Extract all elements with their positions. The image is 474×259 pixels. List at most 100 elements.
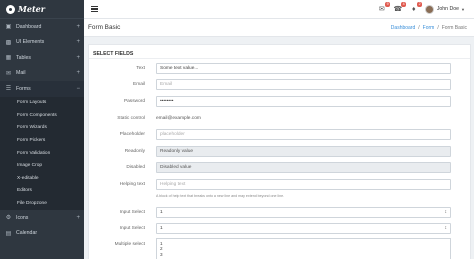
calendar-icon: ▤ — [5, 230, 12, 237]
breadcrumb-separator: / — [437, 24, 439, 31]
field-label: Password — [123, 99, 145, 104]
breadcrumb-current: Form Basic — [441, 24, 467, 31]
field-label: Readonly — [124, 149, 145, 154]
sidebar-item-dashboard[interactable]: ▣ Dashboard + — [0, 19, 84, 35]
form-row-placeholder: Placeholder placeholder — [89, 129, 472, 140]
sidebar-item-label: Tables — [16, 54, 31, 61]
menu-toggle-icon[interactable] — [91, 5, 98, 13]
breadcrumb: Dashboard / Form / Form Basic — [391, 25, 467, 31]
table-icon: ▦ — [5, 55, 12, 62]
form-row-select2: Input Select 1 ↕ — [89, 223, 472, 234]
sidebar-item-forms[interactable]: ☰ Forms − — [0, 81, 84, 97]
sidebar-item-label: Calendar — [16, 230, 38, 237]
notifications-badge: 4 — [401, 2, 406, 7]
form-row-readonly: Readonly Readonly value — [89, 146, 472, 157]
form-row-text: Text Some text value... — [89, 63, 472, 74]
form-row-disabled: Disabled Disabled value — [89, 162, 472, 173]
multiple-select[interactable]: 1 2 3 — [156, 238, 451, 259]
sidebar-item-label: Icons — [16, 214, 29, 221]
messages-icon[interactable]: ✉ 9 — [377, 2, 390, 14]
field-label: Input Select — [119, 226, 145, 231]
mail-icon: ✉ — [5, 70, 12, 77]
field-label: Static control — [117, 116, 145, 121]
user-name[interactable]: John Doe — [437, 6, 459, 12]
page-header: Form Basic Dashboard / Form / Form Basic — [84, 19, 474, 37]
static-control-value: email@example.com — [156, 116, 201, 121]
expand-icon: + — [76, 54, 80, 61]
placeholder-input[interactable]: placeholder — [156, 129, 451, 140]
field-label: Text — [136, 66, 145, 71]
messages-badge: 9 — [385, 2, 390, 7]
expand-icon: + — [76, 70, 80, 77]
helping-text-input[interactable]: Helping text — [156, 179, 451, 190]
forms-icon: ☰ — [5, 86, 12, 93]
form-row-select1: Input Select 1 ↕ — [89, 207, 472, 218]
submenu-item-editors[interactable]: Editors — [0, 185, 84, 198]
breadcrumb-dashboard[interactable]: Dashboard — [391, 25, 415, 31]
submenu-item-form-pickers[interactable]: Form Pickers — [0, 134, 84, 147]
submenu-item-form-validation[interactable]: Form Validation — [0, 147, 84, 160]
multi-option[interactable]: 3 — [160, 252, 447, 257]
submenu-item-form-components[interactable]: Form Components — [0, 109, 84, 122]
select-value: 1 — [160, 226, 163, 231]
avatar[interactable] — [424, 4, 434, 14]
notifications-icon[interactable]: ☎ 4 — [393, 2, 406, 14]
submenu-item-image-crop[interactable]: Image Crop — [0, 159, 84, 172]
field-label: Placeholder — [119, 132, 145, 137]
sidebar: Meter ▣ Dashboard + ▩ UI Elements + ▦ Ta… — [0, 0, 84, 259]
help-text: A block of help text that breaks onto a … — [156, 194, 285, 198]
submenu-item-form-layouts[interactable]: Form Layouts — [0, 97, 84, 110]
collapse-icon: − — [76, 85, 80, 92]
password-field[interactable]: •••••••• — [156, 96, 451, 107]
topbar: ✉ 9 ☎ 4 ♦ 2 John Doe ▼ — [84, 0, 474, 19]
select-value: 1 — [160, 210, 163, 215]
chevron-down-icon[interactable]: ▼ — [461, 7, 465, 12]
field-label: Input Select — [119, 210, 145, 215]
field-label: Multiple select — [114, 241, 145, 247]
submenu-item-x-editable[interactable]: X-editable — [0, 172, 84, 185]
submenu-item-file-dropzone[interactable]: File Dropzone — [0, 197, 84, 210]
input-select[interactable]: 1 ↕ — [156, 207, 451, 218]
sidebar-item-label: Forms — [16, 85, 31, 92]
field-label: Helping text — [119, 182, 145, 187]
field-label: Disabled — [126, 165, 145, 170]
brand[interactable]: Meter — [0, 0, 84, 19]
grid-icon: ▩ — [5, 39, 12, 46]
sidebar-item-icons[interactable]: ⚙ Icons + — [0, 210, 84, 226]
form-row-helping: Helping text Helping text — [89, 179, 472, 190]
sidebar-item-ui-elements[interactable]: ▩ UI Elements + — [0, 35, 84, 51]
form-panel: SELECT FIELDS Text Some text value... Em… — [88, 44, 471, 259]
breadcrumb-separator: / — [418, 24, 420, 31]
sidebar-item-label: UI Elements — [16, 39, 45, 46]
expand-icon: + — [76, 23, 80, 30]
email-field[interactable]: Email — [156, 79, 451, 90]
disabled-input: Disabled value — [156, 162, 451, 173]
dashboard-icon: ▣ — [5, 24, 12, 31]
bell-icon[interactable]: ♦ 2 — [409, 2, 422, 14]
form-row-email: Email Email — [89, 79, 472, 90]
bell-badge: 2 — [417, 2, 422, 7]
brand-name: Meter — [18, 4, 45, 14]
form-row-static: Static control email@example.com — [89, 113, 472, 124]
breadcrumb-form[interactable]: Form — [423, 25, 435, 31]
sidebar-item-mail[interactable]: ✉ Mail + — [0, 66, 84, 82]
expand-icon: + — [76, 39, 80, 46]
input-select-2[interactable]: 1 ↕ — [156, 223, 451, 234]
sidebar-item-calendar[interactable]: ▤ Calendar — [0, 225, 84, 241]
select-arrow-icon: ↕ — [444, 225, 448, 232]
page-title: Form Basic — [88, 24, 121, 31]
sidebar-item-label: Mail — [16, 70, 26, 77]
form-row-password: Password •••••••• — [89, 96, 472, 107]
field-label: Email — [133, 82, 145, 87]
submenu-item-form-wizards[interactable]: Form Wizards — [0, 122, 84, 135]
icons-icon: ⚙ — [5, 215, 12, 222]
sidebar-item-label: Dashboard — [16, 23, 42, 30]
text-input[interactable]: Some text value... — [156, 63, 451, 74]
sidebar-item-tables[interactable]: ▦ Tables + — [0, 50, 84, 66]
expand-icon: + — [76, 214, 80, 221]
forms-submenu: Form Layouts Form Components Form Wizard… — [0, 96, 84, 210]
readonly-input[interactable]: Readonly value — [156, 146, 451, 157]
panel-title: SELECT FIELDS — [89, 45, 470, 59]
logo-icon — [6, 4, 15, 14]
select-arrow-icon: ↕ — [444, 209, 448, 216]
